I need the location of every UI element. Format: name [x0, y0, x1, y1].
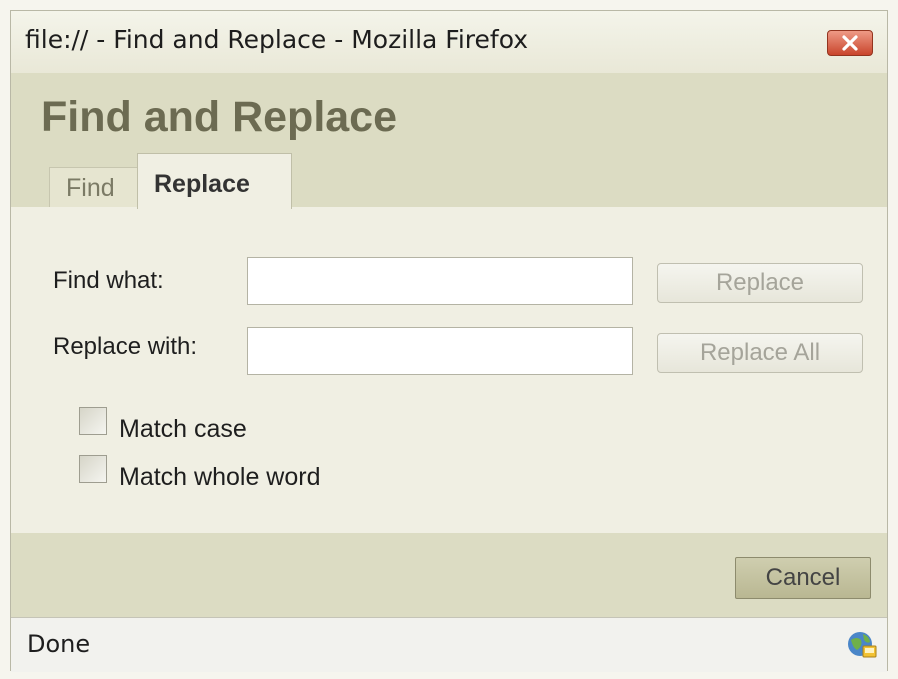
status-text: Done: [27, 630, 91, 658]
close-window-button[interactable]: [827, 30, 873, 56]
replace-with-label: Replace with:: [53, 333, 198, 360]
replace-panel: Find what: Replace Replace with: Replace…: [11, 207, 887, 533]
firefox-window: file:// - Find and Replace - Mozilla Fir…: [10, 10, 888, 672]
find-what-label: Find what:: [53, 267, 164, 294]
tab-find[interactable]: Find: [49, 167, 139, 207]
status-bar: Done: [11, 617, 887, 672]
match-whole-word-checkbox[interactable]: [79, 455, 107, 483]
match-case-checkbox[interactable]: [79, 407, 107, 435]
window-titlebar[interactable]: file:// - Find and Replace - Mozilla Fir…: [11, 11, 887, 73]
window-title: file:// - Find and Replace - Mozilla Fir…: [25, 25, 529, 54]
tab-replace[interactable]: Replace: [137, 153, 292, 209]
match-whole-word-label[interactable]: Match whole word: [119, 463, 320, 492]
dialog-footer: Cancel: [11, 533, 887, 617]
replace-all-button[interactable]: Replace All: [657, 333, 863, 373]
close-icon: [842, 35, 858, 51]
dialog-title: Find and Replace: [41, 93, 398, 141]
dialog-header: Find and Replace Find Replace: [11, 73, 887, 209]
cancel-button[interactable]: Cancel: [735, 557, 871, 599]
replace-with-input[interactable]: [247, 327, 633, 375]
replace-button[interactable]: Replace: [657, 263, 863, 303]
match-case-label[interactable]: Match case: [119, 415, 247, 444]
network-globe-icon: [848, 632, 877, 658]
find-what-input[interactable]: [247, 257, 633, 305]
